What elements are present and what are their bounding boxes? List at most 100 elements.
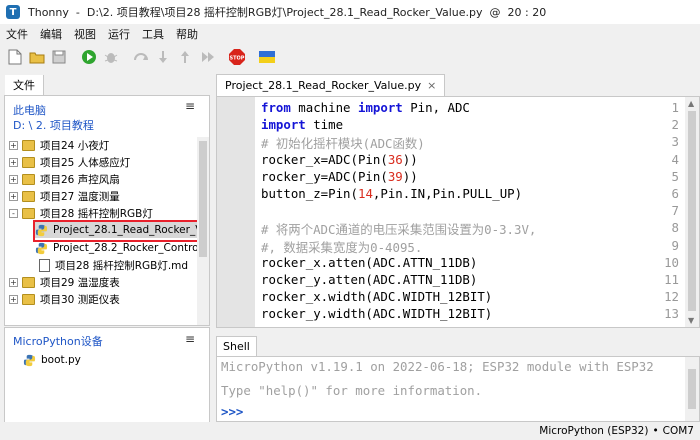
menu-file[interactable]: 文件 [6, 26, 28, 42]
folder-icon [22, 190, 35, 202]
scroll-down-icon[interactable]: ▼ [688, 316, 694, 325]
shell-tabbar: Shell [216, 336, 700, 356]
tree-item[interactable]: + 项目25 人体感应灯 [9, 154, 130, 170]
code-line[interactable]: 10 rocker_x.atten(ADC.ATTN_11DB) [217, 255, 685, 272]
line-number: 3 [671, 134, 679, 150]
code-line[interactable]: 4 rocker_x=ADC(Pin(36)) [217, 152, 685, 169]
shell-scrollbar[interactable] [685, 357, 699, 421]
files-scrollbar[interactable] [197, 137, 209, 325]
folder-icon [22, 173, 35, 185]
editor-tabbar: Project_28.1_Read_Rocker_Value.py × [216, 74, 700, 96]
menu-help[interactable]: 帮助 [176, 26, 198, 42]
code-line[interactable]: 12 rocker_x.width(ADC.WIDTH_12BIT) [217, 289, 685, 306]
stop-icon[interactable]: STOP [228, 48, 246, 66]
close-icon[interactable]: × [427, 79, 436, 92]
code-line[interactable]: 11 rocker_y.atten(ADC.ATTN_11DB) [217, 272, 685, 289]
tab-files[interactable]: 文件 [5, 75, 44, 95]
step-out-icon[interactable] [176, 48, 194, 66]
run-icon[interactable] [80, 48, 98, 66]
files-menu-icon[interactable]: ≡ [185, 100, 195, 112]
tree-item[interactable]: + 项目30 测距仪表 [9, 291, 120, 307]
code-line[interactable]: 6 button_z=Pin(14,Pin.IN,Pin.PULL_UP) [217, 186, 685, 203]
code-line[interactable]: 5 rocker_y=ADC(Pin(39)) [217, 169, 685, 186]
code-line[interactable]: 2 import time [217, 117, 685, 134]
tree-item-label: 项目26 声控风扇 [40, 173, 120, 186]
tree-item-label: 项目25 人体感应灯 [40, 156, 131, 169]
interpreter-selector[interactable]: MicroPython (ESP32) [539, 425, 648, 437]
code-text: rocker_y.width(ADC.WIDTH_12BIT) [261, 306, 492, 321]
code-token: )) [402, 151, 418, 167]
menu-run[interactable]: 运行 [108, 26, 130, 42]
code-text: button_z=Pin(14,Pin.IN,Pin.PULL_UP) [261, 186, 522, 201]
menu-edit[interactable]: 编辑 [40, 26, 62, 42]
tree-item-label: 项目28 摇杆控制RGB灯.md [55, 259, 189, 272]
port-label[interactable]: COM7 [663, 425, 694, 437]
tree-item-label: 项目29 温湿度表 [40, 276, 120, 289]
resume-icon[interactable] [198, 48, 216, 66]
code-editor[interactable]: 1 from machine import Pin, ADC 2 import tim… [216, 96, 700, 328]
expand-icon[interactable]: + [9, 277, 18, 287]
line-number: 9 [671, 237, 679, 253]
step-over-icon[interactable] [132, 48, 150, 66]
line-number: 1 [671, 100, 679, 115]
code-line[interactable]: 9 #, 数据采集宽度为0-4095. [217, 238, 685, 255]
line-number: 13 [664, 306, 679, 322]
code-token: rocker_x=ADC(Pin( [261, 151, 388, 167]
shell-banner: MicroPython v1.19.1 on 2022-06-18; ESP32… [221, 359, 654, 374]
tree-item[interactable]: 项目28 摇杆控制RGB灯.md [39, 257, 188, 273]
comment-token: #, 数据采集宽度为0-4095. [261, 239, 423, 255]
code-token: ,Pin.IN,Pin.PULL_UP) [372, 186, 523, 201]
menu-bar: 文件 编辑 视图 运行 工具 帮助 [0, 24, 700, 44]
tree-item[interactable]: + 项目24 小夜灯 [9, 137, 109, 153]
debug-icon[interactable] [102, 48, 120, 66]
tab-shell[interactable]: Shell [216, 336, 257, 356]
code-line[interactable]: 8 # 将两个ADC通道的电压采集范围设置为0-3.3V, [217, 220, 685, 237]
window-title: Thonny - D:\2. 项目教程\项目28 摇杆控制RGB灯\Projec… [28, 6, 547, 19]
device-file-label: boot.py [41, 354, 81, 366]
shell-console[interactable]: MicroPython v1.19.1 on 2022-06-18; ESP32… [216, 356, 700, 422]
number-token: 39 [387, 168, 403, 184]
code-line[interactable]: 7 [217, 203, 685, 220]
open-file-icon[interactable] [28, 48, 46, 66]
python-file-icon [35, 242, 48, 254]
expand-icon[interactable]: + [9, 191, 18, 201]
editor-tab-label: Project_28.1_Read_Rocker_Value.py [225, 79, 422, 92]
save-icon[interactable] [50, 48, 68, 66]
scrollbar-thumb[interactable] [199, 141, 207, 257]
scrollbar-thumb[interactable] [688, 111, 696, 311]
code-line[interactable]: 3 # 初始化摇杆模块(ADC函数) [217, 134, 685, 151]
expand-icon[interactable]: + [9, 294, 18, 304]
breadcrumb[interactable]: D: \ 2. 项目教程 [13, 117, 94, 133]
computer-label[interactable]: 此电脑 [13, 102, 46, 118]
tree-item[interactable]: + 项目26 声控风扇 [9, 171, 120, 187]
comment-token: # 初始化摇杆模块(ADC函数) [261, 136, 425, 152]
expand-icon[interactable]: + [9, 157, 18, 167]
new-file-icon[interactable] [6, 48, 24, 66]
tree-item[interactable]: + 项目27 温度测量 [9, 188, 120, 204]
tree-item[interactable]: + 项目29 温湿度表 [9, 274, 120, 290]
expand-icon[interactable]: + [9, 174, 18, 184]
files-panel: 文件 此电脑 ≡ D: \ 2. 项目教程 + 项目24 小夜灯 + 项目25 … [1, 71, 215, 326]
tab-editor-file[interactable]: Project_28.1_Read_Rocker_Value.py × [216, 74, 446, 96]
code-line[interactable]: 1 from machine import Pin, ADC [217, 100, 685, 117]
line-number: 8 [671, 220, 679, 236]
device-menu-icon[interactable]: ≡ [185, 333, 195, 345]
python-file-icon [23, 354, 36, 366]
shell-help-text: Type "help()" for more information. [221, 383, 483, 398]
ukraine-flag-icon[interactable] [258, 48, 276, 66]
tree-item[interactable]: - 项目28 摇杆控制RGB灯 [9, 205, 153, 221]
collapse-icon[interactable]: - [9, 208, 18, 218]
code-line[interactable]: 13 rocker_y.width(ADC.WIDTH_12BIT) [217, 306, 685, 323]
tree-item[interactable]: Project_28.2_Rocker_Contro [35, 240, 199, 256]
scrollbar-thumb[interactable] [688, 369, 696, 409]
expand-icon[interactable]: + [9, 140, 18, 150]
svg-text:STOP: STOP [230, 56, 245, 62]
device-file-item[interactable]: boot.py [23, 352, 81, 368]
step-into-icon[interactable] [154, 48, 172, 66]
menu-tools[interactable]: 工具 [142, 26, 164, 42]
editor-scrollbar[interactable]: ▲ ▼ [685, 97, 699, 327]
shell-prompt[interactable]: >>> [221, 404, 243, 419]
menu-view[interactable]: 视图 [74, 26, 96, 42]
comment-token: # 将两个ADC通道的电压采集范围设置为0-3.3V, [261, 222, 537, 238]
scroll-up-icon[interactable]: ▲ [688, 99, 694, 108]
